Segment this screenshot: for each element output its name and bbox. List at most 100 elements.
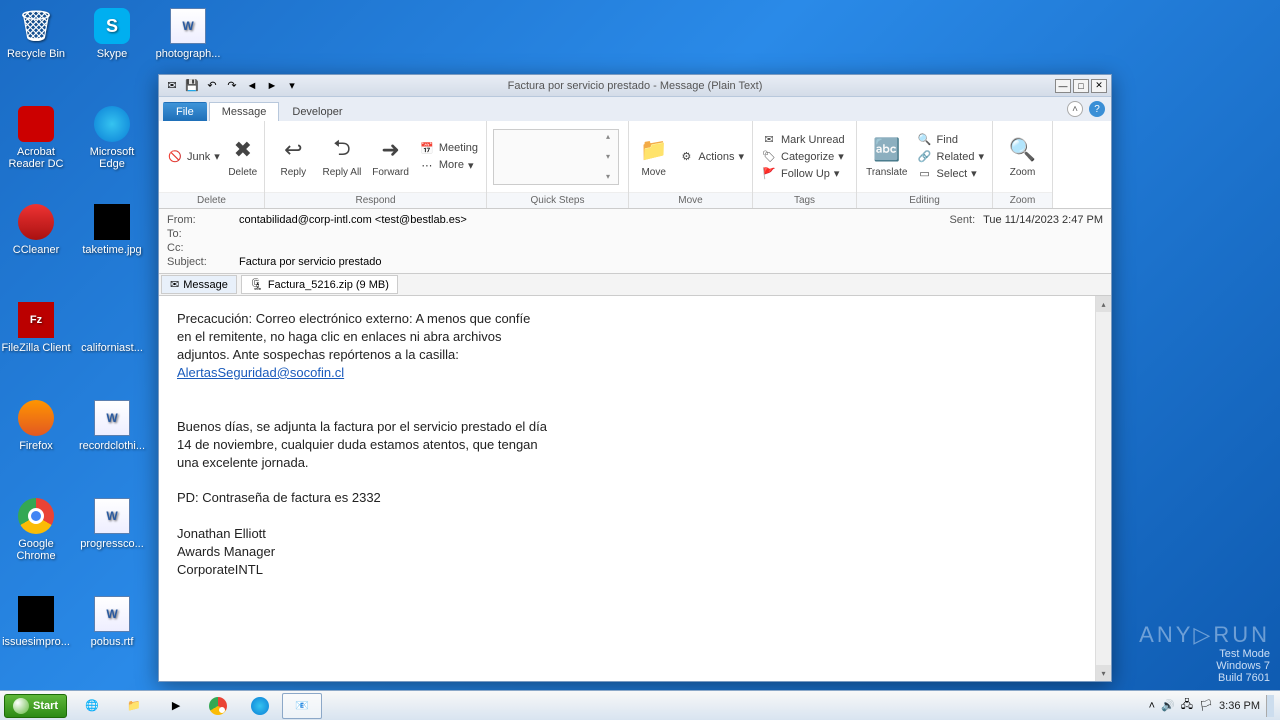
group-quick-steps: Quick Steps (487, 192, 628, 208)
signature-company: CorporateINTL (177, 561, 1077, 579)
show-desktop-button[interactable] (1266, 695, 1274, 717)
zip-icon: 🗜 (250, 278, 264, 291)
from-value: contabilidad@corp-intl.com <test@bestlab… (239, 214, 949, 226)
move-button[interactable]: 📁Move (635, 133, 672, 180)
delete-button[interactable]: ✖Delete (226, 133, 260, 180)
find-button[interactable]: 🔍Find (915, 132, 986, 148)
next-icon[interactable]: ► (265, 79, 279, 93)
tab-file[interactable]: File (163, 102, 207, 121)
taskbar-explorer[interactable]: 📁 (114, 693, 154, 719)
taskbar-edge[interactable] (240, 693, 280, 719)
subject-value: Factura por servicio prestado (239, 256, 1103, 268)
mail-icon: ✉ (165, 79, 179, 93)
tray-network-icon[interactable]: 🖧 (1181, 696, 1193, 715)
desktop-icon-filezilla-client[interactable]: FileZilla Client (0, 300, 72, 354)
desktop-icon-firefox[interactable]: Firefox (0, 398, 72, 452)
maximize-button[interactable]: □ (1073, 79, 1089, 93)
signature-title: Awards Manager (177, 543, 1077, 561)
close-button[interactable]: ✕ (1091, 79, 1107, 93)
group-move: Move (629, 192, 752, 208)
more-button[interactable]: ⋯More ▾ (417, 157, 480, 173)
group-editing: Editing (857, 192, 992, 208)
scroll-down-icon[interactable]: ▾ (1096, 665, 1111, 681)
undo-icon[interactable]: ↶ (205, 79, 219, 93)
to-value (239, 228, 1103, 240)
tab-message[interactable]: Message (209, 102, 280, 121)
save-icon[interactable]: 💾 (185, 79, 199, 93)
group-delete: Delete (159, 192, 264, 208)
desktop-icon-ccleaner[interactable]: CCleaner (0, 202, 72, 256)
taskbar-chrome[interactable] (198, 693, 238, 719)
tray-volume-icon[interactable]: 🔊 (1161, 699, 1175, 712)
warning-text: Precacución: Correo electrónico externo:… (177, 310, 537, 364)
mark-unread-button[interactable]: ✉Mark Unread (759, 132, 847, 148)
mail-icon: ✉ (170, 278, 179, 291)
related-button[interactable]: 🔗Related ▾ (915, 149, 986, 165)
desktop-icon-skype[interactable]: Skype (76, 6, 148, 60)
attachment-file-button[interactable]: 🗜Factura_5216.zip (9 MB) (241, 275, 398, 294)
actions-button[interactable]: ⚙Actions ▾ (676, 149, 746, 165)
from-label: From: (167, 214, 239, 226)
qat-dropdown-icon[interactable]: ▾ (285, 79, 299, 93)
follow-up-button[interactable]: 🚩Follow Up ▾ (759, 166, 847, 182)
sent-label: Sent: (949, 214, 975, 226)
watermark-brand: ANY▷RUN (1139, 622, 1270, 648)
message-body[interactable]: Precacución: Correo electrónico externo:… (159, 296, 1095, 681)
desktop-icon-recordclothi-[interactable]: recordclothi... (76, 398, 148, 452)
desktop-icon-photograph-[interactable]: photograph... (152, 6, 224, 60)
categorize-button[interactable]: 🏷Categorize ▾ (759, 149, 847, 165)
desktop-icon-google-chrome[interactable]: Google Chrome (0, 496, 72, 562)
meeting-button[interactable]: 📅Meeting (417, 140, 480, 156)
tray-flag-icon[interactable]: 🏳 (1199, 699, 1213, 712)
taskbar-clock[interactable]: 3:36 PM (1219, 700, 1260, 712)
prev-icon[interactable]: ◄ (245, 79, 259, 93)
start-button[interactable]: Start (4, 694, 67, 718)
reply-all-button[interactable]: ⮌Reply All (320, 133, 365, 180)
start-orb-icon (13, 698, 29, 714)
attachment-bar: ✉Message 🗜Factura_5216.zip (9 MB) (159, 274, 1111, 296)
taskbar-outlook[interactable]: 📧 (282, 693, 322, 719)
desktop-icon-californiast-[interactable]: californiast... (76, 300, 148, 354)
collapse-ribbon-icon[interactable]: ˄ (1067, 101, 1083, 117)
body-paragraph-2: PD: Contraseña de factura es 2332 (177, 489, 1077, 507)
forward-button[interactable]: ➜Forward (368, 133, 413, 180)
watermark-os: Windows 7 (1139, 660, 1270, 672)
taskbar-ie[interactable]: 🌐 (72, 693, 112, 719)
cc-value (239, 242, 1103, 254)
message-tab-button[interactable]: ✉Message (161, 275, 237, 294)
scroll-up-icon[interactable]: ▴ (1096, 296, 1111, 312)
quick-steps-gallery[interactable]: ▴▾▾ (493, 129, 619, 185)
desktop-icon-progressco-[interactable]: progressco... (76, 496, 148, 550)
desktop-icon-pobus-rtf[interactable]: pobus.rtf (76, 594, 148, 648)
watermark-mode: Test Mode (1139, 648, 1270, 660)
ribbon-tabs: File Message Developer ˄ ? (159, 97, 1111, 121)
select-button[interactable]: ▭Select ▾ (915, 166, 986, 182)
help-icon[interactable]: ? (1089, 101, 1105, 117)
vertical-scrollbar[interactable]: ▴ ▾ (1095, 296, 1111, 681)
reply-button[interactable]: ↩Reply (271, 133, 316, 180)
body-paragraph-1: Buenos días, se adjunta la factura por e… (177, 418, 547, 472)
desktop-icon-recycle-bin[interactable]: 🗑Recycle Bin (0, 6, 72, 60)
group-zoom: Zoom (993, 192, 1052, 208)
tray-chevron-icon[interactable]: ˄ (1149, 700, 1155, 712)
to-label: To: (167, 228, 239, 240)
translate-button[interactable]: 🔤Translate (863, 133, 911, 180)
ribbon: 🚫Junk ▾ ✖Delete Delete ↩Reply ⮌Reply All… (159, 121, 1111, 209)
zoom-button[interactable]: 🔍Zoom (999, 133, 1046, 180)
desktop-icon-acrobat-reader-dc[interactable]: Acrobat Reader DC (0, 104, 72, 170)
signature-name: Jonathan Elliott (177, 525, 1077, 543)
watermark: ANY▷RUN Test Mode Windows 7 Build 7601 (1139, 622, 1270, 684)
desktop-icon-taketime-jpg[interactable]: taketime.jpg (76, 202, 148, 256)
minimize-button[interactable]: — (1055, 79, 1071, 93)
desktop-icon-microsoft-edge[interactable]: Microsoft Edge (76, 104, 148, 170)
taskbar: Start 🌐 📁 ▶ 📧 ˄ 🔊 🖧 🏳 3:36 PM (0, 690, 1280, 720)
junk-button[interactable]: 🚫Junk ▾ (165, 149, 222, 165)
subject-label: Subject: (167, 256, 239, 268)
system-tray: ˄ 🔊 🖧 🏳 3:36 PM (1143, 695, 1280, 717)
taskbar-media[interactable]: ▶ (156, 693, 196, 719)
group-respond: Respond (265, 192, 486, 208)
tab-developer[interactable]: Developer (279, 102, 355, 121)
security-email-link[interactable]: AlertasSeguridad@socofin.cl (177, 365, 344, 380)
desktop-icon-issuesimpro-[interactable]: issuesimpro... (0, 594, 72, 648)
redo-icon[interactable]: ↷ (225, 79, 239, 93)
